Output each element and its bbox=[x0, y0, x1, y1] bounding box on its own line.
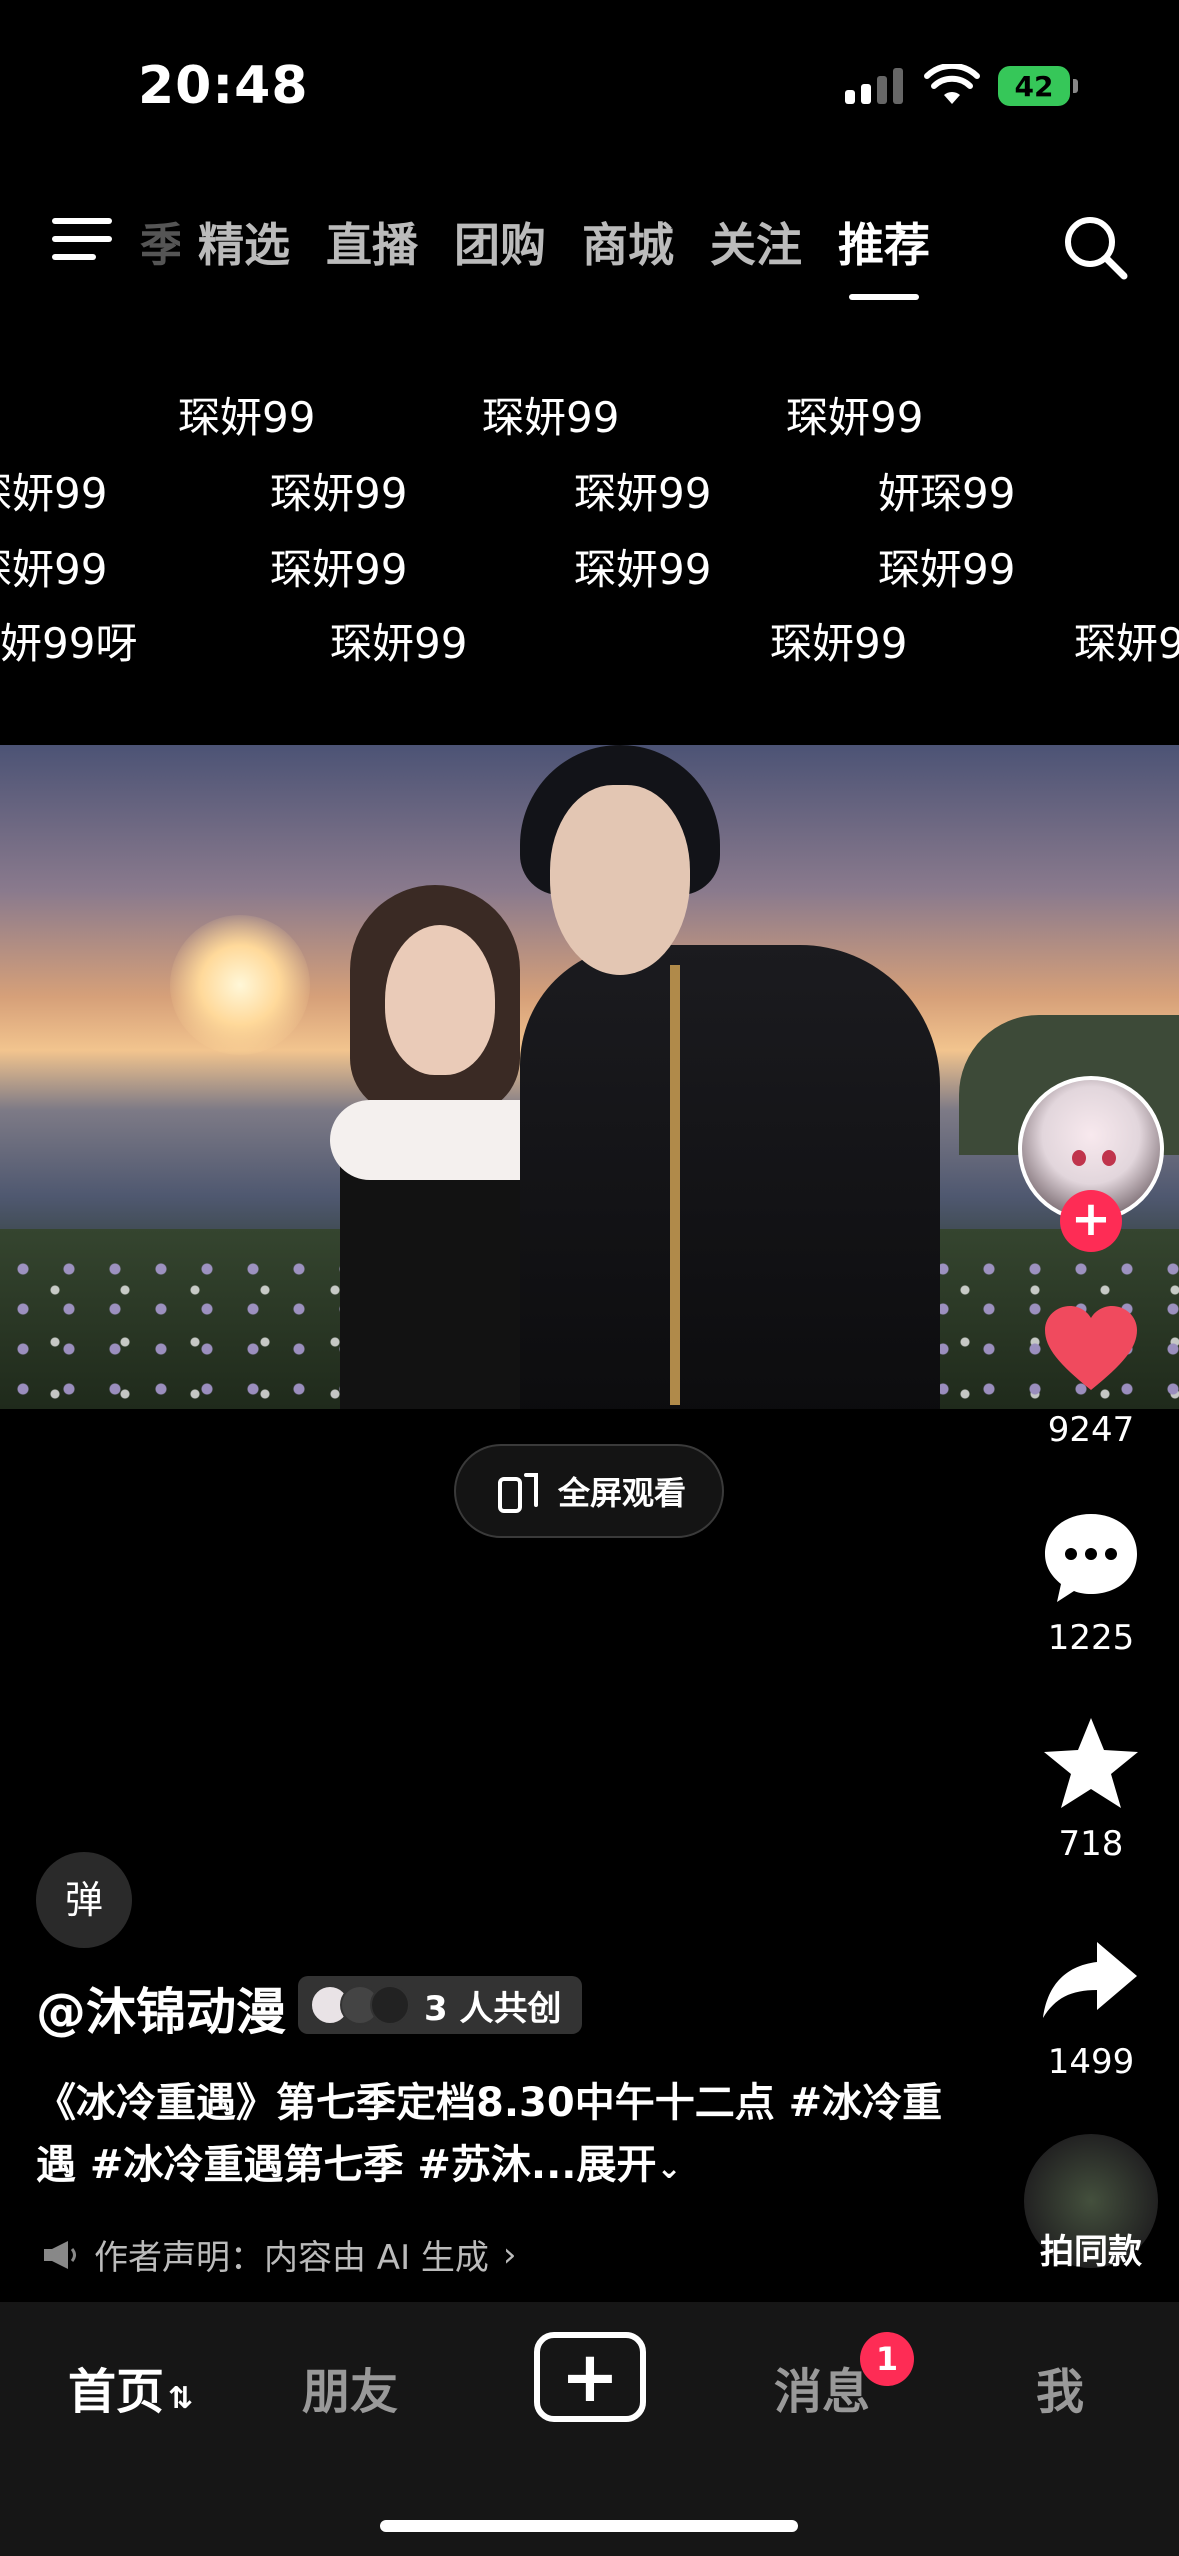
anime-boy-figure bbox=[520, 745, 940, 1409]
tab-group-buy[interactable]: 团购 bbox=[436, 210, 564, 280]
ai-disclaimer[interactable]: 作者声明：内容由 AI 生成 › bbox=[40, 2230, 517, 2279]
megaphone-icon bbox=[44, 2240, 76, 2269]
battery-level: 42 bbox=[1014, 69, 1054, 103]
danmaku-comment: 琛妍99 bbox=[574, 469, 712, 518]
tab-featured[interactable]: 精选 bbox=[180, 210, 308, 280]
danmaku-comment: 琛妍99 bbox=[330, 619, 468, 668]
follow-plus-button[interactable]: + bbox=[1060, 1190, 1122, 1252]
caption-text: 《冰冷重遇》第七季定档8.30中午十二点 #冰冷重遇 #冰冷重遇第七季 #苏沐.… bbox=[36, 2080, 943, 2188]
favorite-count: 718 bbox=[1058, 1824, 1124, 1864]
video-caption[interactable]: 《冰冷重遇》第七季定档8.30中午十二点 #冰冷重遇 #冰冷重遇第七季 #苏沐.… bbox=[36, 2072, 966, 2200]
share-arrow-icon bbox=[1043, 1942, 1137, 2018]
danmaku-comment: 琛妍99 bbox=[0, 469, 108, 518]
nav-home[interactable]: 首页 ⇅ bbox=[68, 2352, 193, 2422]
danmaku-comment: 琛妍99 bbox=[786, 393, 924, 442]
expand-link[interactable]: 展开 bbox=[576, 2142, 656, 2188]
tab-following[interactable]: 关注 bbox=[692, 210, 820, 280]
tab-season[interactable]: 季 bbox=[140, 210, 180, 280]
top-tabs: 季 精选 直播 团购 商城 关注 推荐 bbox=[140, 210, 948, 300]
battery-icon: 42 bbox=[998, 66, 1078, 106]
switch-arrows-icon: ⇅ bbox=[168, 2381, 194, 2416]
cocreate-label: 3 人共创 bbox=[424, 1988, 562, 2029]
nav-home-label: 首页 bbox=[68, 2364, 165, 2420]
chevron-right-icon: › bbox=[502, 2234, 517, 2275]
wifi-icon bbox=[924, 64, 980, 104]
cocreate-badge[interactable]: 3 人共创 bbox=[298, 1976, 582, 2034]
danmaku-comment: 妍99呀 bbox=[0, 619, 138, 668]
danmaku-comment: 琛妍99 bbox=[482, 393, 620, 442]
like-count: 9247 bbox=[1047, 1410, 1135, 1450]
messages-badge: 1 bbox=[860, 2332, 914, 2386]
tab-mall[interactable]: 商城 bbox=[564, 210, 692, 280]
chevron-down-icon: ⌄ bbox=[656, 2151, 682, 2186]
danmaku-comment: 琛妍99 bbox=[178, 393, 316, 442]
same-style-label[interactable]: 拍同款 bbox=[1010, 2224, 1172, 2273]
create-plus-button[interactable]: + bbox=[534, 2332, 646, 2422]
fullscreen-button[interactable]: 全屏观看 bbox=[454, 1444, 724, 1538]
danmaku-comment: 琛妍99 bbox=[0, 545, 108, 594]
ai-disclaimer-text: 作者声明：内容由 AI 生成 bbox=[94, 2238, 489, 2278]
rotate-screen-icon bbox=[497, 1473, 538, 1513]
cellular-signal-icon bbox=[845, 68, 903, 104]
danmaku-comment: 琛妍99 bbox=[770, 619, 908, 668]
author-avatar-wrap[interactable]: + bbox=[1018, 1076, 1164, 1252]
menu-icon[interactable] bbox=[52, 218, 112, 268]
comment-count: 1225 bbox=[1047, 1618, 1135, 1658]
danmaku-comment: 琛妍9 bbox=[1074, 619, 1179, 668]
nav-me[interactable]: 我 bbox=[1036, 2352, 1084, 2422]
bottom-nav: 首页 ⇅ 朋友 + 消息 1 我 bbox=[0, 2302, 1179, 2556]
cocreator-avatars bbox=[310, 1985, 410, 2025]
nav-friends[interactable]: 朋友 bbox=[302, 2352, 398, 2422]
like-button[interactable]: 9247 bbox=[1030, 1298, 1152, 1450]
comment-button[interactable]: 1225 bbox=[1030, 1506, 1152, 1658]
star-icon bbox=[1044, 1718, 1138, 1808]
heart-icon bbox=[1045, 1306, 1137, 1390]
home-indicator bbox=[380, 2520, 798, 2532]
tab-live[interactable]: 直播 bbox=[308, 210, 436, 280]
share-button[interactable]: 1499 bbox=[1030, 1930, 1152, 2082]
search-icon[interactable] bbox=[1060, 212, 1130, 282]
sunset-sun bbox=[170, 915, 310, 1055]
danmaku-comment: 妍琛99 bbox=[878, 469, 1016, 518]
danmaku-comment: 琛妍99 bbox=[878, 545, 1016, 594]
danmaku-toggle-button[interactable]: 弹 bbox=[36, 1852, 132, 1948]
tab-recommended[interactable]: 推荐 bbox=[820, 210, 948, 300]
video-player[interactable] bbox=[0, 745, 1179, 1409]
author-name[interactable]: @沐锦动漫 bbox=[36, 1972, 286, 2044]
nav-messages[interactable]: 消息 bbox=[774, 2352, 870, 2422]
favorite-button[interactable]: 718 bbox=[1030, 1712, 1152, 1864]
status-time: 20:48 bbox=[138, 56, 309, 116]
danmaku-comment: 琛妍99 bbox=[574, 545, 712, 594]
comment-icon bbox=[1045, 1514, 1137, 1602]
danmaku-comment: 琛妍99 bbox=[270, 469, 408, 518]
share-count: 1499 bbox=[1047, 2042, 1135, 2082]
fullscreen-label: 全屏观看 bbox=[557, 1474, 686, 1512]
danmaku-comment: 琛妍99 bbox=[270, 545, 408, 594]
